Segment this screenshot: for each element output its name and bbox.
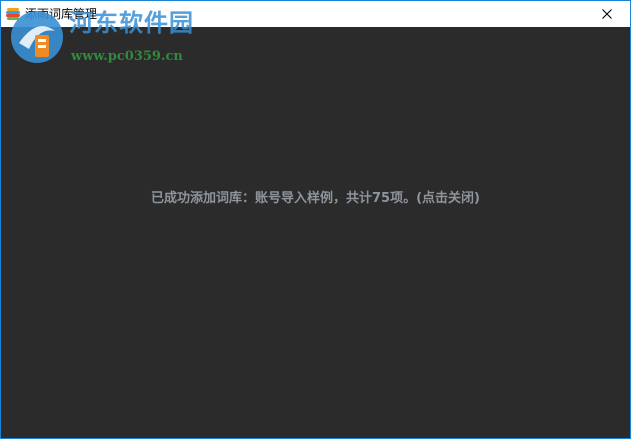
colorful-stack-icon (5, 6, 21, 22)
close-icon (602, 9, 612, 19)
app-window: 添雨词库管理 已成功添加词库：账号导入样例，共计75项。(点击关闭) 河东软件园… (0, 0, 631, 439)
title-bar[interactable]: 添雨词库管理 (1, 1, 630, 27)
window-title: 添雨词库管理 (25, 7, 98, 21)
close-button[interactable] (584, 1, 630, 27)
status-message[interactable]: 已成功添加词库：账号导入样例，共计75项。(点击关闭) (1, 187, 630, 206)
main-content: 已成功添加词库：账号导入样例，共计75项。(点击关闭) (1, 27, 630, 438)
